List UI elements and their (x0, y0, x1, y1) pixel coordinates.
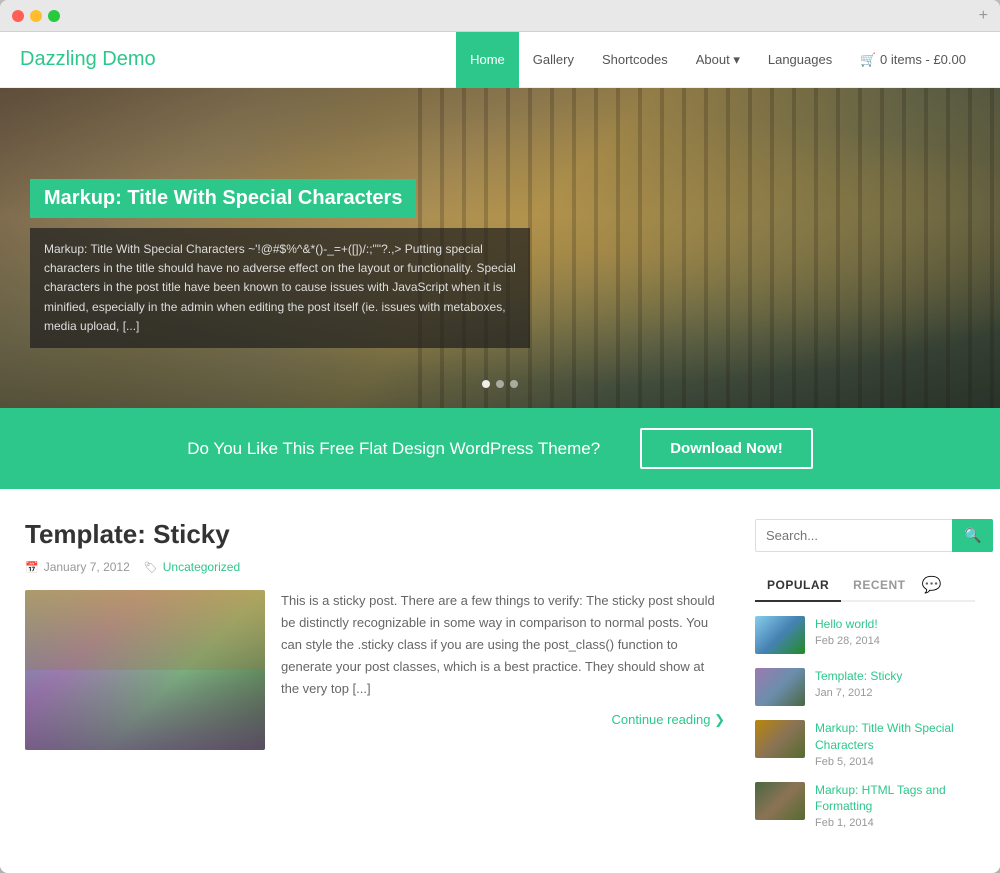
hero-description-box: Markup: Title With Special Characters ~'… (30, 228, 530, 348)
post-excerpt: This is a sticky post. There are a few t… (281, 590, 725, 700)
nav-item-home[interactable]: Home (456, 32, 519, 88)
post-body: This is a sticky post. There are a few t… (25, 590, 725, 750)
sidebar: 🔍 POPULAR RECENT 💬 Hello world! Feb 28, … (755, 519, 975, 843)
thumbnail-flowers (25, 670, 265, 750)
nav-item-languages[interactable]: Languages (754, 32, 846, 88)
site-logo[interactable]: Dazzling Demo (20, 48, 156, 71)
recent-post-thumbnail-4 (755, 782, 805, 820)
main-nav: Home Gallery Shortcodes About ▾ Language… (456, 32, 980, 88)
folder-icon: 🏷 (144, 561, 158, 574)
recent-post-date-2: Jan 7, 2012 (815, 687, 975, 699)
recent-post-thumbnail-3 (755, 720, 805, 758)
post-thumbnail (25, 590, 265, 750)
recent-post-title-1[interactable]: Hello world! (815, 616, 975, 633)
nav-item-about[interactable]: About ▾ (682, 32, 754, 88)
nav-item-shortcodes[interactable]: Shortcodes (588, 32, 682, 88)
hero-slider: Markup: Title With Special Characters Ma… (0, 88, 1000, 408)
recent-post-item: Hello world! Feb 28, 2014 (755, 616, 975, 654)
slider-dot-2[interactable] (496, 380, 504, 388)
close-button[interactable] (12, 10, 24, 22)
cta-text: Do You Like This Free Flat Design WordPr… (187, 439, 600, 459)
hero-title-box: Markup: Title With Special Characters (30, 179, 416, 218)
thumbnail-sky (25, 590, 265, 670)
recent-post-title-4[interactable]: Markup: HTML Tags and Formatting (815, 782, 975, 816)
calendar-icon: 📅 (25, 561, 39, 574)
browser-window: + Dazzling Demo Home Gallery Shortcodes … (0, 0, 1000, 873)
cart-label: 🛒 0 items - £0.00 (860, 52, 966, 68)
recent-post-thumbnail-1 (755, 616, 805, 654)
recent-post-info-4: Markup: HTML Tags and Formatting Feb 1, … (815, 782, 975, 830)
post-date: 📅 January 7, 2012 (25, 560, 130, 574)
slider-dot-3[interactable] (510, 380, 518, 388)
download-button[interactable]: Download Now! (640, 428, 813, 469)
cart-link[interactable]: 🛒 0 items - £0.00 (846, 32, 980, 88)
search-icon: 🔍 (964, 527, 981, 543)
recent-post-thumbnail-2 (755, 668, 805, 706)
recent-post-date-3: Feb 5, 2014 (815, 756, 975, 768)
recent-post-info-2: Template: Sticky Jan 7, 2012 (815, 668, 975, 699)
minimize-button[interactable] (30, 10, 42, 22)
comment-icon: 💬 (922, 575, 942, 595)
search-button[interactable]: 🔍 (952, 519, 993, 552)
browser-chrome: + (0, 0, 1000, 32)
cta-bar: Do You Like This Free Flat Design WordPr… (0, 408, 1000, 489)
search-input[interactable] (755, 519, 952, 552)
recent-post-title-2[interactable]: Template: Sticky (815, 668, 975, 685)
maximize-button[interactable] (48, 10, 60, 22)
recent-post-item: Markup: Title With Special Characters Fe… (755, 720, 975, 768)
recent-post-date-1: Feb 28, 2014 (815, 635, 975, 647)
post-title: Template: Sticky (25, 519, 725, 550)
nav-item-gallery[interactable]: Gallery (519, 32, 588, 88)
tab-popular[interactable]: POPULAR (755, 570, 841, 602)
post-date-text: January 7, 2012 (44, 560, 130, 574)
site-content: Dazzling Demo Home Gallery Shortcodes Ab… (0, 32, 1000, 873)
hero-title: Markup: Title With Special Characters (44, 187, 402, 210)
continue-reading-link[interactable]: Continue reading ❯ (281, 712, 725, 728)
main-content: Template: Sticky 📅 January 7, 2012 🏷 Unc… (0, 489, 1000, 873)
slider-dots (482, 380, 518, 388)
recent-post-date-4: Feb 1, 2014 (815, 817, 975, 829)
post-category-text[interactable]: Uncategorized (163, 560, 240, 574)
recent-post-info-1: Hello world! Feb 28, 2014 (815, 616, 975, 647)
traffic-lights (12, 10, 60, 22)
hero-content: Markup: Title With Special Characters Ma… (30, 179, 530, 348)
site-header: Dazzling Demo Home Gallery Shortcodes Ab… (0, 32, 1000, 88)
post-text-area: This is a sticky post. There are a few t… (281, 590, 725, 750)
slider-dot-1[interactable] (482, 380, 490, 388)
tab-recent[interactable]: RECENT (841, 570, 917, 600)
hero-description: Markup: Title With Special Characters ~'… (44, 240, 516, 336)
recent-post-item: Markup: HTML Tags and Formatting Feb 1, … (755, 782, 975, 830)
blog-area: Template: Sticky 📅 January 7, 2012 🏷 Unc… (25, 519, 725, 843)
recent-post-info-3: Markup: Title With Special Characters Fe… (815, 720, 975, 768)
recent-posts-list: Hello world! Feb 28, 2014 Template: Stic… (755, 616, 975, 829)
sidebar-tabs: POPULAR RECENT 💬 (755, 570, 975, 602)
post-meta: 📅 January 7, 2012 🏷 Uncategorized (25, 560, 725, 574)
post-category: 🏷 Uncategorized (144, 560, 240, 574)
recent-post-title-3[interactable]: Markup: Title With Special Characters (815, 720, 975, 754)
new-tab-button[interactable]: + (979, 7, 988, 25)
recent-post-item: Template: Sticky Jan 7, 2012 (755, 668, 975, 706)
search-box: 🔍 (755, 519, 975, 552)
